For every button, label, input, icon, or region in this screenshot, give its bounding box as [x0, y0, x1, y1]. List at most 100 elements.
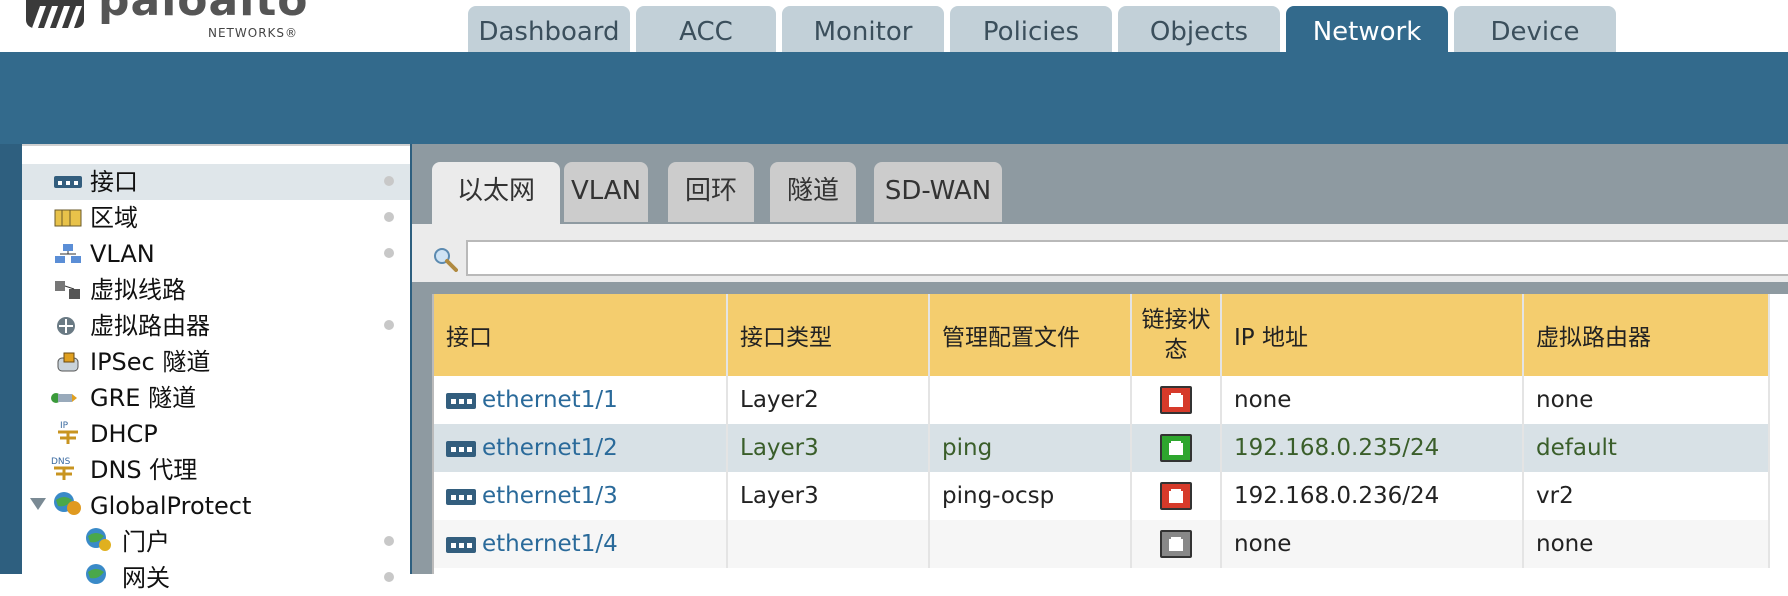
interface-link[interactable]: ethernet1/4: [482, 531, 618, 557]
sidebar-item-vlan[interactable]: VLAN: [22, 236, 410, 272]
sidebar-item-dhcp[interactable]: IP DHCP: [22, 416, 410, 452]
sidebar-item-globalprotect[interactable]: GlobalProtect: [22, 488, 410, 524]
sidebar-item-zones[interactable]: 区域: [22, 200, 410, 236]
sidebar-item-label: 接口: [90, 168, 138, 196]
link-state-cell: [1131, 472, 1222, 520]
globalprotect-icon: [54, 492, 81, 515]
link-state-cell: [1131, 520, 1222, 568]
top-header: paloalto NETWORKS® Dashboard ACC Monitor…: [0, 0, 1788, 52]
sidebar-item-virtual-wires[interactable]: 虚拟线路: [22, 272, 410, 308]
sidebar-item-label: 区域: [90, 204, 138, 232]
sidebar-item-label: 网关: [122, 564, 170, 592]
virtual-router-cell: none: [1523, 520, 1770, 568]
sidebar-item-label: 虚拟路由器: [90, 312, 210, 340]
tab-acc[interactable]: ACC: [636, 6, 776, 52]
logo-mark-icon: [26, 0, 84, 28]
logo-subtext: NETWORKS®: [208, 26, 299, 40]
sidebar-item-virtual-routers[interactable]: 虚拟路由器: [22, 308, 410, 344]
column-header-ip-address[interactable]: IP 地址: [1221, 294, 1524, 376]
portal-icon: [86, 528, 111, 551]
interfaces-table-container: 接口 接口类型 管理配置文件 链接状态 IP 地址 虚拟路由器 ethernet…: [432, 294, 1788, 574]
logo-text: paloalto: [98, 0, 309, 26]
table-row[interactable]: ethernet1/4 none none: [434, 520, 1770, 568]
sidebar-item-label: GRE 隧道: [90, 384, 197, 412]
management-profile-cell: [929, 376, 1132, 424]
ipsec-tunnel-icon: [57, 352, 79, 372]
sidebar-item-portals[interactable]: 门户: [22, 524, 410, 560]
dns-proxy-icon: DNS: [51, 457, 74, 480]
link-state-cell: [1131, 424, 1222, 472]
subtab-ethernet[interactable]: 以太网: [432, 162, 560, 228]
sidebar-item-label: 虚拟线路: [90, 276, 186, 304]
filter-input[interactable]: [466, 240, 1788, 276]
virtual-wire-icon: [55, 281, 80, 299]
table-row[interactable]: ethernet1/3 Layer3 ping-ocsp 192.168.0.2…: [434, 472, 1770, 520]
subtab-vlan[interactable]: VLAN: [564, 162, 648, 222]
column-header-virtual-router[interactable]: 虚拟路由器: [1523, 294, 1770, 376]
sidebar-item-ipsec-tunnels[interactable]: IPSec 隧道: [22, 344, 410, 380]
interface-cell[interactable]: ethernet1/1: [434, 376, 728, 424]
interface-cell[interactable]: ethernet1/4: [434, 520, 728, 568]
virtual-router-cell: vr2: [1523, 472, 1770, 520]
tab-device[interactable]: Device: [1454, 6, 1616, 52]
sidebar-item-label: 门户: [122, 528, 170, 556]
column-header-interface-type[interactable]: 接口类型: [727, 294, 930, 376]
interface-type-cell: Layer3: [727, 424, 930, 472]
sidebar-item-label: IPSec 隧道: [90, 348, 211, 376]
management-profile-cell: [929, 520, 1132, 568]
link-state-cell: [1131, 376, 1222, 424]
interfaces-table: 接口 接口类型 管理配置文件 链接状态 IP 地址 虚拟路由器 ethernet…: [434, 294, 1770, 568]
interface-link[interactable]: ethernet1/3: [482, 483, 618, 509]
zone-icon: [54, 209, 82, 227]
tab-dashboard[interactable]: Dashboard: [468, 6, 630, 52]
status-dot: [384, 212, 394, 222]
sidebar-item-interfaces[interactable]: 接口: [22, 164, 410, 200]
expand-triangle-icon[interactable]: [30, 498, 46, 510]
ip-address-cell: 192.168.0.236/24: [1221, 472, 1524, 520]
status-dot: [384, 320, 394, 330]
search-icon[interactable]: [432, 246, 458, 272]
table-row[interactable]: ethernet1/1 Layer2 none none: [434, 376, 1770, 424]
tab-objects[interactable]: Objects: [1118, 6, 1280, 52]
content-panel: 以太网 VLAN 回环 隧道 SD-WAN 接口 接口类型 管理配置文件 链接状…: [412, 144, 1788, 574]
ip-address-cell: none: [1221, 520, 1524, 568]
subtab-tunnel[interactable]: 隧道: [770, 162, 856, 222]
virtual-router-icon: [57, 317, 75, 335]
table-row[interactable]: ethernet1/2 Layer3 ping 192.168.0.235/24…: [434, 424, 1770, 472]
vlan-icon: [55, 244, 81, 263]
ethernet-port-icon: [446, 392, 476, 409]
sidebar-item-gre-tunnels[interactable]: GRE 隧道: [22, 380, 410, 416]
interface-type-cell: Layer3: [727, 472, 930, 520]
sidebar-item-gateways[interactable]: 网关: [22, 560, 410, 596]
link-state-header-text: 链接状态: [1141, 307, 1211, 363]
ethernet-port-icon: [446, 536, 476, 553]
interface-type-cell: Layer2: [727, 376, 930, 424]
interface-link[interactable]: ethernet1/1: [482, 387, 618, 413]
virtual-router-cell: none: [1523, 376, 1770, 424]
interface-type-cell: [727, 520, 930, 568]
sidebar-item-label: VLAN: [90, 240, 155, 268]
tab-network[interactable]: Network: [1286, 6, 1448, 52]
interface-link[interactable]: ethernet1/2: [482, 435, 618, 461]
link-unknown-icon: [1160, 530, 1192, 558]
sidebar-item-dns-proxy[interactable]: DNS DNS 代理: [22, 452, 410, 488]
header-band: [0, 52, 1788, 144]
interface-cell[interactable]: ethernet1/2: [434, 424, 728, 472]
tab-policies[interactable]: Policies: [950, 6, 1112, 52]
subtab-loopback[interactable]: 回环: [668, 162, 754, 222]
column-header-management-profile[interactable]: 管理配置文件: [929, 294, 1132, 376]
gre-tunnel-icon: [51, 393, 77, 403]
dhcp-icon: IP: [58, 421, 78, 444]
ip-address-cell: none: [1221, 376, 1524, 424]
column-header-interface[interactable]: 接口: [434, 294, 728, 376]
sidebar-item-label: DNS 代理: [90, 456, 198, 484]
svg-text:IP: IP: [60, 421, 69, 431]
column-header-link-state[interactable]: 链接状态: [1131, 294, 1222, 376]
virtual-router-cell: default: [1523, 424, 1770, 472]
interface-cell[interactable]: ethernet1/3: [434, 472, 728, 520]
subtab-sd-wan[interactable]: SD-WAN: [874, 162, 1002, 222]
gateway-icon: [86, 564, 106, 584]
sidebar-item-label: DHCP: [90, 420, 158, 448]
status-dot: [384, 176, 394, 186]
tab-monitor[interactable]: Monitor: [782, 6, 944, 52]
